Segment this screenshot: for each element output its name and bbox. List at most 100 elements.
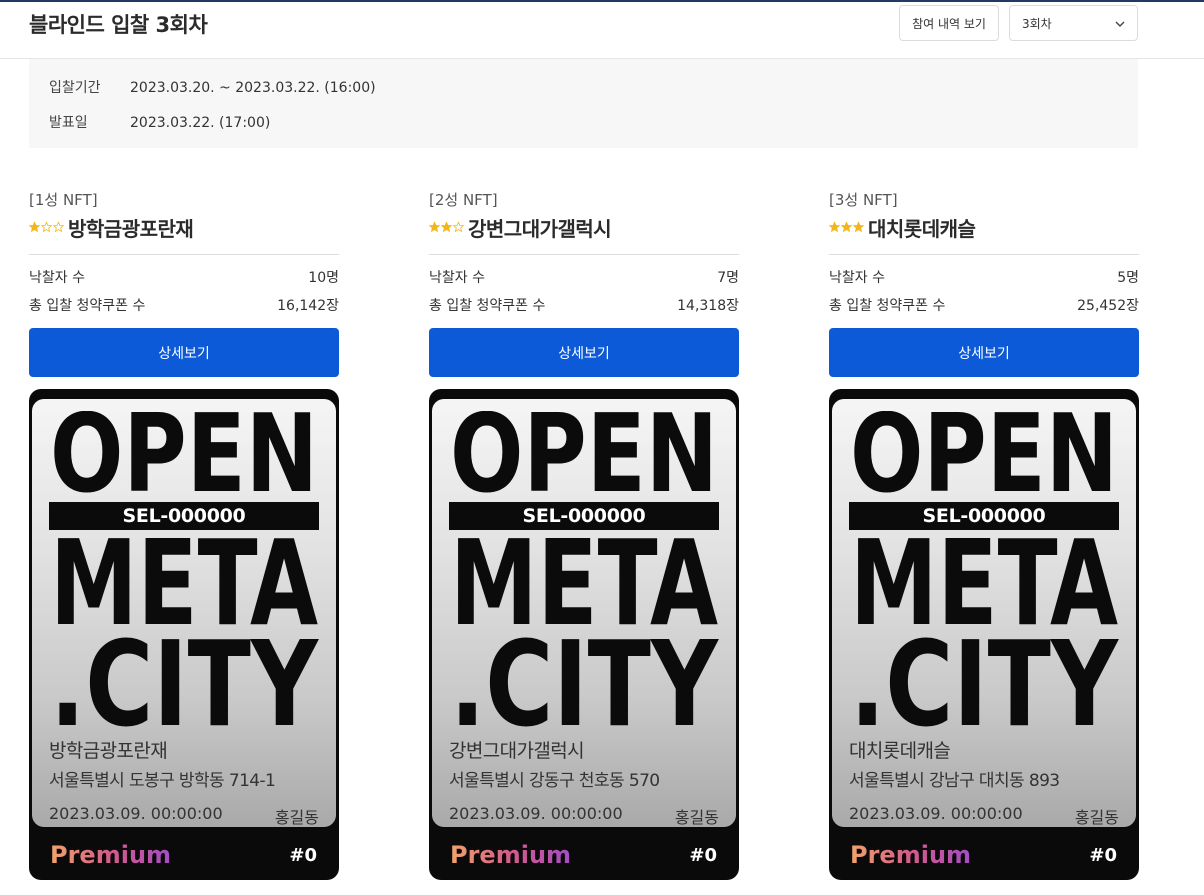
ticket-city-text: .CITY — [32, 635, 336, 731]
star-rating — [429, 221, 464, 233]
winners-stat: 낙찰자 수 10명 — [29, 267, 339, 287]
ticket-city-text: .CITY — [432, 635, 736, 731]
ticket-open-text: OPEN — [432, 411, 736, 497]
city-word: .CITY — [450, 635, 719, 731]
premium-label: Premium — [850, 841, 972, 869]
winners-value: 5명 — [1117, 270, 1139, 286]
top-accent-line — [0, 0, 1204, 2]
coupons-value: 16,142장 — [277, 298, 339, 314]
card-divider — [29, 254, 339, 255]
period-value: 2023.03.20. ~ 2023.03.22. (16:00) — [130, 80, 376, 96]
star-filled-icon — [853, 221, 864, 233]
auction-info-box: 입찰기간 2023.03.20. ~ 2023.03.22. (16:00) 발표… — [29, 59, 1138, 148]
ticket-property-name: 강변그대가갤럭시 — [449, 740, 585, 762]
detail-button[interactable]: 상세보기 — [429, 328, 739, 377]
detail-button[interactable]: 상세보기 — [829, 328, 1139, 377]
ticket-owner: 홍길동 — [274, 808, 319, 827]
ticket-face: OPEN SEL-000000 META .CITY 대치롯데캐슬 서울특별시 … — [832, 399, 1136, 827]
ticket-face: OPEN SEL-000000 META .CITY 강변그대가갤럭시 서울특별… — [432, 399, 736, 827]
ticket-date: 2023.03.09. 00:00:00 — [849, 804, 1023, 823]
star-filled-icon — [429, 221, 440, 233]
ticket-serial: #0 — [289, 845, 317, 866]
ticket-property-name: 대치롯데캐슬 — [849, 740, 951, 762]
ticket-meta-text: META — [832, 534, 1136, 630]
card-divider — [429, 254, 739, 255]
winners-label: 낙찰자 수 — [829, 270, 885, 286]
nft-name-row: 대치롯데캐슬 — [829, 214, 1139, 241]
ticket-property-name: 방학금광포란재 — [49, 740, 168, 762]
announce-value: 2023.03.22. (17:00) — [130, 115, 271, 131]
nft-grade: [2성 NFT] — [429, 191, 498, 209]
winners-value: 10명 — [308, 270, 339, 286]
page-title: 블라인드 입찰 3회차 — [29, 13, 208, 37]
coupons-stat: 총 입찰 청약쿠폰 수 16,142장 — [29, 295, 339, 315]
coupons-value: 14,318장 — [677, 298, 739, 314]
round-select-value: 3회차 — [1022, 16, 1052, 31]
star-filled-icon — [441, 221, 452, 233]
coupons-value: 25,452장 — [1077, 298, 1139, 314]
announce-row: 발표일 2023.03.22. (17:00) — [49, 112, 270, 132]
nft-card: [3성 NFT] 대치롯데캐슬 낙찰자 수 5명 총 입찰 청약쿠폰 수 25,45… — [829, 190, 1139, 885]
star-filled-icon — [29, 221, 40, 233]
nft-ticket-image: OPEN SEL-000000 META .CITY 강변그대가갤럭시 서울특별… — [429, 389, 739, 880]
ticket-date: 2023.03.09. 00:00:00 — [49, 804, 223, 823]
detail-button[interactable]: 상세보기 — [29, 328, 339, 377]
star-rating — [829, 221, 864, 233]
nft-card: [2성 NFT] 강변그대가갤럭시 낙찰자 수 7명 총 입찰 청약쿠폰 수 14,… — [429, 190, 739, 885]
ticket-address: 서울특별시 강동구 천호동 570 — [449, 771, 660, 791]
ticket-address: 서울특별시 강남구 대치동 893 — [849, 771, 1060, 791]
nft-card: [1성 NFT] 방학금광포란재 낙찰자 수 10명 총 입찰 청약쿠폰 수 16,… — [29, 190, 339, 885]
city-word: .CITY — [50, 635, 319, 731]
winners-label: 낙찰자 수 — [29, 270, 85, 286]
ticket-sel-code: SEL-000000 — [449, 502, 719, 530]
meta-word: META — [450, 534, 718, 630]
city-word: .CITY — [850, 635, 1119, 731]
announce-label: 발표일 — [49, 115, 88, 131]
star-rating — [29, 221, 64, 233]
nft-name: 방학금광포란재 — [68, 216, 194, 241]
ticket-open-text: OPEN — [832, 411, 1136, 497]
nft-name: 강변그대가갤럭시 — [468, 216, 612, 241]
nft-grade: [3성 NFT] — [829, 191, 898, 209]
nft-ticket-image: OPEN SEL-000000 META .CITY 방학금광포란재 서울특별시… — [29, 389, 339, 880]
nft-grade: [1성 NFT] — [29, 191, 98, 209]
coupons-label: 총 입찰 청약쿠폰 수 — [29, 298, 146, 314]
ticket-meta-text: META — [432, 534, 736, 630]
period-label: 입찰기간 — [49, 80, 101, 96]
ticket-face: OPEN SEL-000000 META .CITY 방학금광포란재 서울특별시… — [32, 399, 336, 827]
coupons-stat: 총 입찰 청약쿠폰 수 14,318장 — [429, 295, 739, 315]
premium-label: Premium — [50, 841, 172, 869]
star-filled-icon — [829, 221, 840, 233]
star-outline-icon — [41, 221, 52, 233]
star-outline-icon — [453, 221, 464, 233]
winners-label: 낙찰자 수 — [429, 270, 485, 286]
winners-value: 7명 — [717, 270, 739, 286]
star-filled-icon — [841, 221, 852, 233]
ticket-city-text: .CITY — [832, 635, 1136, 731]
meta-word: META — [850, 534, 1118, 630]
round-select[interactable]: 3회차 — [1009, 5, 1138, 41]
participation-history-button[interactable]: 참여 내역 보기 — [899, 5, 999, 41]
open-word: OPEN — [50, 411, 318, 497]
coupons-stat: 총 입찰 청약쿠폰 수 25,452장 — [829, 295, 1139, 315]
ticket-open-text: OPEN — [32, 411, 336, 497]
premium-label: Premium — [450, 841, 572, 869]
ticket-owner: 홍길동 — [674, 808, 719, 827]
nft-name-row: 방학금광포란재 — [29, 214, 339, 241]
chevron-down-icon — [1115, 21, 1125, 27]
nft-ticket-image: OPEN SEL-000000 META .CITY 대치롯데캐슬 서울특별시 … — [829, 389, 1139, 880]
winners-stat: 낙찰자 수 5명 — [829, 267, 1139, 287]
ticket-serial: #0 — [689, 845, 717, 866]
ticket-serial: #0 — [1089, 845, 1117, 866]
winners-stat: 낙찰자 수 7명 — [429, 267, 739, 287]
open-word: OPEN — [450, 411, 718, 497]
ticket-address: 서울특별시 도봉구 방학동 714-1 — [49, 771, 276, 791]
star-outline-icon — [53, 221, 64, 233]
ticket-sel-code: SEL-000000 — [49, 502, 319, 530]
ticket-meta-text: META — [32, 534, 336, 630]
period-row: 입찰기간 2023.03.20. ~ 2023.03.22. (16:00) — [49, 77, 376, 97]
nft-name: 대치롯데캐슬 — [868, 216, 976, 241]
open-word: OPEN — [850, 411, 1118, 497]
coupons-label: 총 입찰 청약쿠폰 수 — [429, 298, 546, 314]
ticket-sel-code: SEL-000000 — [849, 502, 1119, 530]
